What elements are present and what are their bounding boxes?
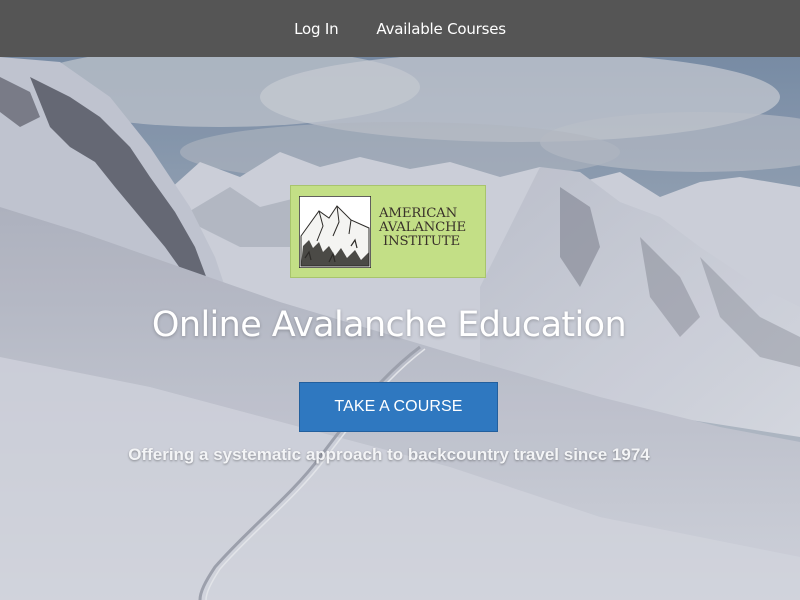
american-avalanche-institute-logo: AMERICAN AVALANCHE INSTITUTE [290,185,486,278]
logo-line-3: INSTITUTE [383,234,460,249]
login-link[interactable]: Log In [294,20,338,38]
available-courses-link[interactable]: Available Courses [376,20,506,38]
hero-tagline: Offering a systematic approach to backco… [128,445,650,464]
take-a-course-button[interactable]: TAKE A COURSE [299,382,498,432]
logo-line-2: AVALANCHE [379,220,466,235]
page-title: Online Avalanche Education [151,305,627,345]
logo-wordmark: AMERICAN AVALANCHE INSTITUTE [379,207,481,249]
top-nav: Log In Available Courses [0,0,800,57]
logo-line-1: AMERICAN [379,206,457,221]
mountain-illustration-icon [299,196,371,268]
